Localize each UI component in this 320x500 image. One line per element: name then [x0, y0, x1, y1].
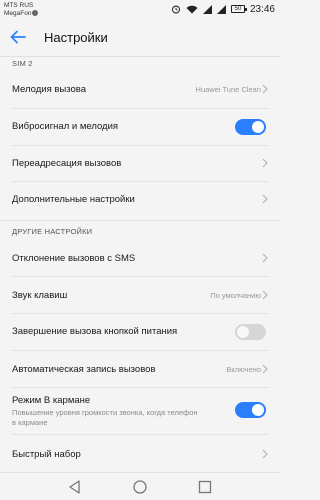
alarm-icon	[171, 5, 180, 14]
toggle-knob	[237, 326, 249, 338]
wifi-icon	[186, 5, 198, 13]
power-end-call-toggle[interactable]	[235, 324, 266, 340]
carrier-1: MTS RUS	[4, 2, 34, 9]
vibrate-label: Вибросигнал и мелодия	[12, 121, 119, 132]
pocket-mode-row: Режим В кармане Повышение уровня громкос…	[0, 388, 281, 433]
chevron-right-icon	[262, 194, 268, 204]
additional-settings-row[interactable]: Дополнительные настройки	[0, 182, 281, 218]
chevron-right-icon	[262, 158, 268, 168]
pocket-mode-label: Режим В кармане	[12, 395, 91, 406]
auto-record-value: Включено	[226, 365, 261, 374]
chevron-right-icon	[262, 449, 268, 459]
nav-recents-icon[interactable]	[197, 479, 213, 495]
divider	[0, 220, 281, 221]
auto-record-row[interactable]: Автоматическая запись вызовов Включено	[0, 351, 281, 387]
chevron-right-icon	[262, 253, 268, 263]
battery-icon: 50	[230, 5, 247, 13]
reject-sms-label: Отклонение вызовов с SMS	[12, 253, 136, 264]
chevron-right-icon	[262, 84, 268, 94]
toggle-knob	[252, 121, 264, 133]
signal-1-icon	[202, 4, 212, 14]
carrier-info: MTS RUS MegaFon	[4, 2, 39, 18]
chevron-right-icon	[262, 364, 268, 374]
pocket-mode-toggle[interactable]	[235, 402, 266, 418]
carrier-2: MegaFon	[4, 10, 32, 17]
vibrate-toggle[interactable]	[235, 119, 266, 135]
forwarding-label: Переадресация вызовов	[12, 158, 122, 169]
status-bar: MTS RUS MegaFon 50 23:46	[0, 0, 281, 19]
additional-settings-label: Дополнительные настройки	[12, 194, 135, 205]
key-sound-label: Звук клавиш	[12, 290, 68, 301]
clock: 23:46	[249, 3, 275, 15]
forwarding-row[interactable]: Переадресация вызовов	[0, 146, 281, 181]
ringtone-value: Huawei Tune Clean	[195, 85, 261, 94]
auto-record-label: Автоматическая запись вызовов	[12, 364, 156, 375]
ringtone-row[interactable]: Мелодия вызова Huawei Tune Clean	[0, 71, 281, 107]
key-sound-value: По умолчанию	[210, 291, 261, 300]
back-arrow-icon[interactable]	[9, 28, 27, 46]
battery-level: 50	[234, 6, 242, 12]
nav-back-icon[interactable]	[67, 479, 83, 495]
divider	[0, 56, 281, 57]
status-icons: 50 23:46	[171, 3, 275, 15]
speed-dial-label: Быстрый набор	[12, 449, 81, 460]
vibrate-row: Вибросигнал и мелодия	[0, 109, 281, 145]
navigation-bar	[0, 472, 281, 500]
page-title: Настройки	[44, 30, 108, 45]
carrier-badge-icon	[32, 10, 39, 17]
signal-2-icon	[216, 4, 226, 14]
ringtone-label: Мелодия вызова	[12, 84, 86, 95]
section-header-sim2: SIM 2	[12, 59, 33, 68]
toggle-knob	[252, 404, 264, 416]
toolbar: Настройки	[0, 19, 281, 56]
key-sound-row[interactable]: Звук клавиш По умолчанию	[0, 277, 281, 313]
nav-home-icon[interactable]	[132, 479, 148, 495]
chevron-right-icon	[262, 290, 268, 300]
pocket-mode-description: Повышение уровня громкости звонка, когда…	[12, 408, 198, 427]
section-header-other: ДРУГИЕ НАСТРОЙКИ	[12, 227, 93, 236]
reject-sms-row[interactable]: Отклонение вызовов с SMS	[0, 240, 281, 276]
power-end-call-label: Завершение вызова кнопкой питания	[12, 326, 178, 337]
speed-dial-row[interactable]: Быстрый набор	[0, 435, 281, 471]
power-end-call-row: Завершение вызова кнопкой питания	[0, 314, 281, 350]
